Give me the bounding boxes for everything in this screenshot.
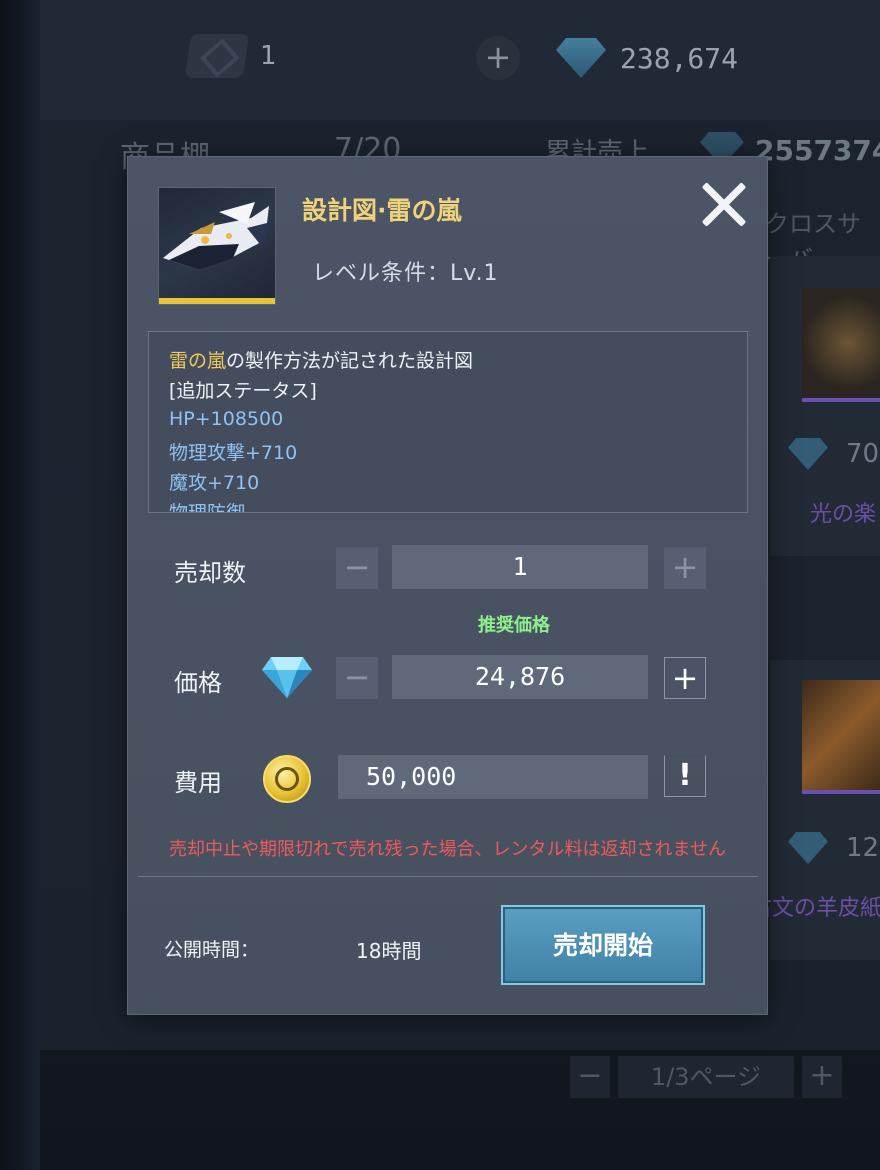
next-page-button[interactable]: + <box>802 1056 842 1098</box>
gem-balance: 238,674 <box>556 38 738 78</box>
ticket-counter: 1 <box>184 34 277 78</box>
quantity-decrease-button[interactable]: − <box>336 547 378 589</box>
stat-line: 物理防御 <box>169 502 246 513</box>
prev-page-button[interactable]: − <box>570 1056 610 1098</box>
divider <box>138 876 758 877</box>
listing-name: 光の楽 <box>810 502 877 527</box>
blueprint-ship-icon <box>163 202 271 270</box>
listing-price: 707 <box>788 438 880 470</box>
price-increase-button[interactable]: + <box>664 657 706 699</box>
gold-coin-icon <box>263 755 311 803</box>
ticket-icon <box>184 34 250 78</box>
stat-line: 魔攻+710 <box>169 472 260 494</box>
description-text: の製作方法が記された設計図 <box>226 350 474 372</box>
fee-info-button[interactable]: ! <box>664 755 706 797</box>
item-image <box>802 288 880 402</box>
price-decrease-button[interactable]: − <box>336 657 378 699</box>
item-thumbnail <box>158 187 276 305</box>
listing-card[interactable]: 12 古文の羊皮紙 <box>750 660 880 960</box>
recommended-price-button[interactable]: 推奨価格 <box>478 611 550 637</box>
diamond-gem-icon <box>788 438 828 470</box>
close-icon[interactable] <box>698 179 750 231</box>
left-side-panel <box>0 0 40 1170</box>
publish-time-label: 公開時間： <box>164 939 260 961</box>
start-selling-button[interactable]: 売却開始 <box>501 905 705 985</box>
description-line: 雷の嵐の製作方法が記された設計図 <box>169 346 473 373</box>
top-resource-bar <box>40 0 880 120</box>
pagination: − 1/3ページ + <box>570 1056 842 1098</box>
price-label: 価格 <box>174 669 222 697</box>
diamond-gem-icon <box>556 38 606 78</box>
total-sales-value: 2557374 <box>755 134 880 167</box>
rarity-bar <box>159 298 275 304</box>
listing-price: 12 <box>788 832 879 864</box>
item-name: 設計図·雷の嵐 <box>302 196 462 225</box>
stat-line: HP+108500 <box>169 408 284 430</box>
sell-quantity-label: 売却数 <box>174 559 246 587</box>
add-currency-button[interactable]: + <box>476 36 520 80</box>
listing-price-value: 12 <box>846 833 880 863</box>
stat-line: 物理攻撃+710 <box>169 442 298 464</box>
fee-label: 費用 <box>174 769 222 797</box>
item-description[interactable]: 雷の嵐の製作方法が記された設計図 [追加ステータス] HP+108500 物理攻… <box>148 331 748 513</box>
diamond-gem-icon <box>262 657 312 698</box>
quantity-increase-button[interactable]: + <box>664 547 706 589</box>
item-name-highlight: 雷の嵐 <box>169 350 227 372</box>
page-indicator: 1/3ページ <box>618 1056 794 1098</box>
gem-balance-value: 238,674 <box>620 41 739 75</box>
publish-time-value[interactable]: 18時間 <box>356 935 421 964</box>
item-image <box>802 680 880 794</box>
bonus-stats-header: [追加ステータス] <box>169 380 317 402</box>
level-requirement: レベル条件：Lv.1 <box>312 261 499 286</box>
listing-price-value: 707 <box>846 439 880 469</box>
listing-card[interactable]: 707 光の楽 <box>770 256 880 556</box>
quantity-field[interactable]: 1 <box>392 545 648 589</box>
rental-fee-warning: 売却中止や期限切れで売れ残った場合、レンタル料は返却されません <box>169 839 726 860</box>
diamond-gem-icon <box>788 832 828 864</box>
sell-item-dialog: 設計図·雷の嵐 レベル条件：Lv.1 雷の嵐の製作方法が記された設計図 [追加ス… <box>127 156 768 1015</box>
price-field[interactable]: 24,876 <box>392 655 648 699</box>
listing-name: 古文の羊皮紙 <box>750 896 880 921</box>
ticket-count: 1 <box>260 41 277 71</box>
fee-field: 50,000 <box>338 755 648 799</box>
